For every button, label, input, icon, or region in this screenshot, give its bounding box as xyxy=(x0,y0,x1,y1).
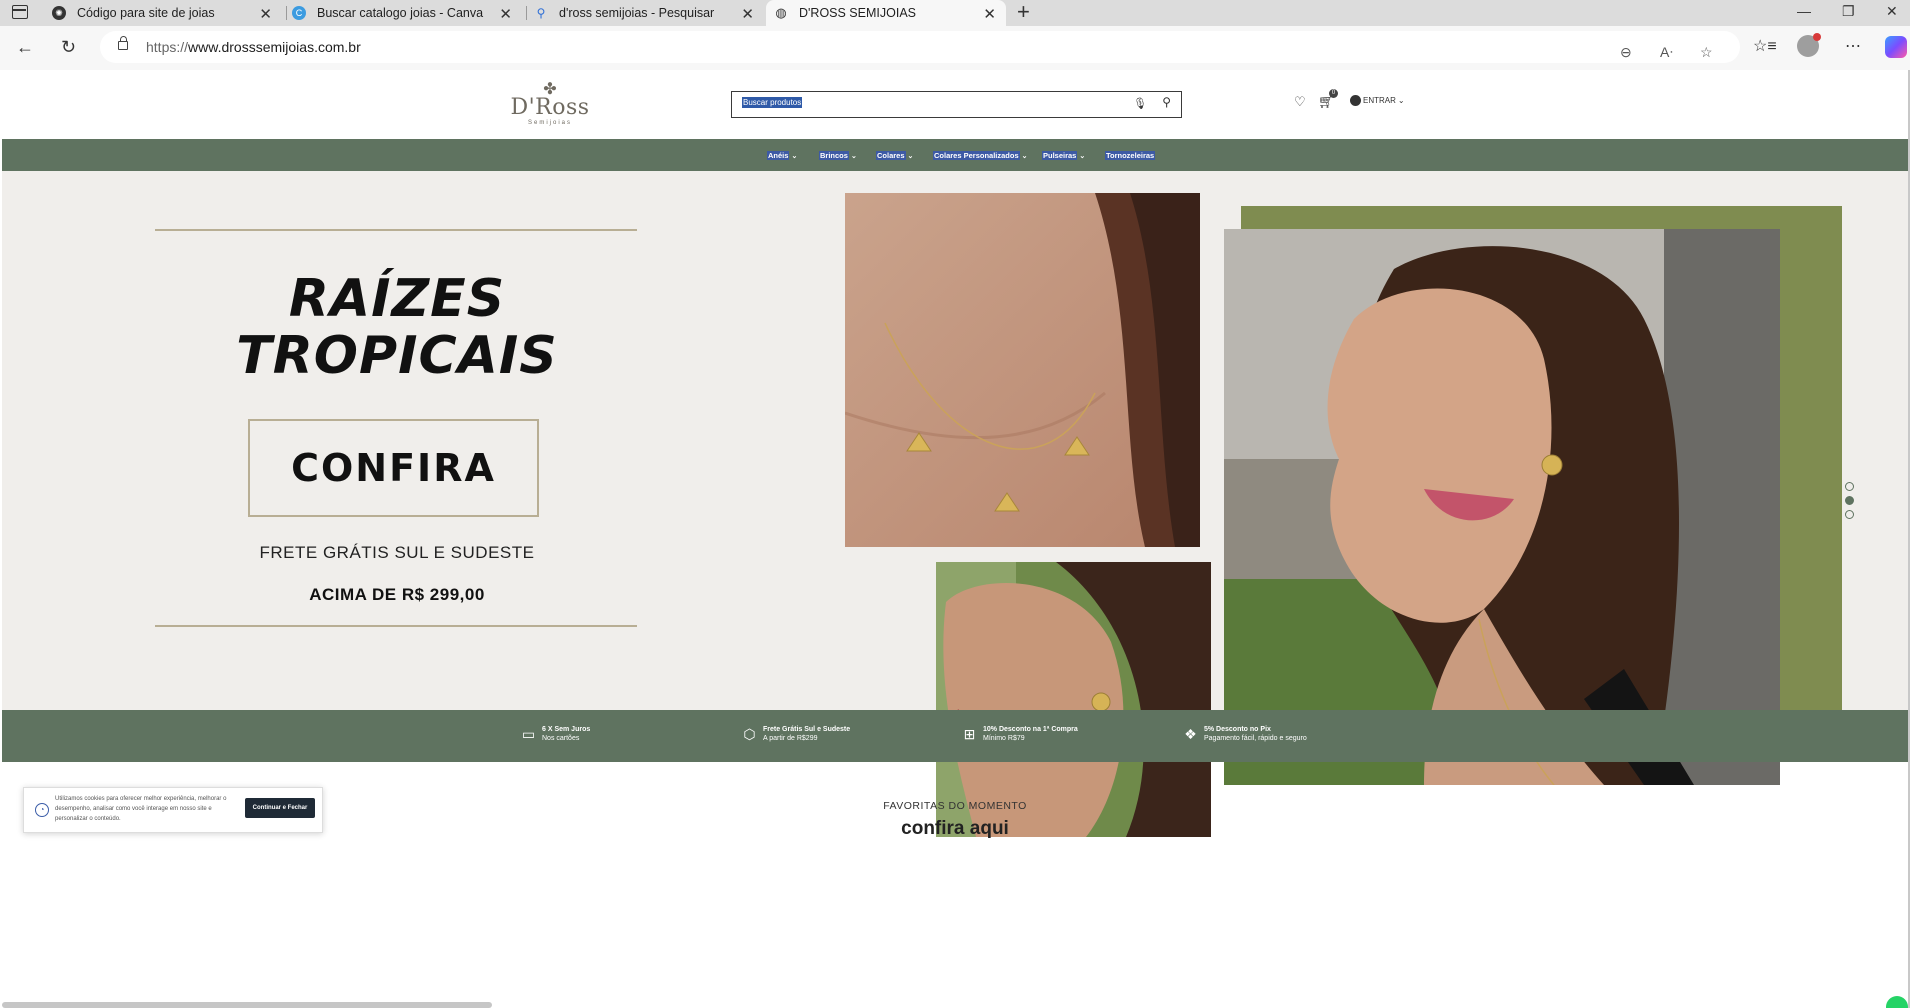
new-tab-button[interactable]: + xyxy=(1017,1,1030,23)
microphone-icon[interactable]: 🎙︎ xyxy=(1133,97,1147,110)
refresh-icon[interactable]: ↻ xyxy=(61,37,76,57)
tab-canva[interactable]: C Buscar catalogo joias - Canva ✕ xyxy=(292,0,522,26)
chevron-down-icon: ⌄ xyxy=(1079,152,1086,160)
nav-item-colares[interactable]: Colares ⌄ xyxy=(876,151,913,160)
horizontal-scrollbar[interactable] xyxy=(2,1002,492,1008)
user-icon xyxy=(1350,95,1361,106)
account-label: ENTRAR xyxy=(1363,96,1396,105)
nav-item-brincos[interactable]: Brincos ⌄ xyxy=(819,151,857,160)
wishlist-heart-icon[interactable]: ♡ xyxy=(1294,94,1306,110)
carousel-dot-3[interactable] xyxy=(1845,510,1854,519)
tab-title: D'ROSS SEMIJOIAS xyxy=(799,6,916,20)
cookie-banner: ◔ Utilizamos cookies para oferecer melho… xyxy=(23,787,323,833)
nav-item-pulseiras[interactable]: Pulseiras ⌄ xyxy=(1042,151,1085,160)
nav-item-tornozeleiras[interactable]: Tornozeleiras xyxy=(1105,151,1156,160)
profile-avatar[interactable] xyxy=(1797,33,1821,57)
minimize-icon[interactable]: — xyxy=(1797,3,1811,19)
carousel-dot-1[interactable] xyxy=(1845,482,1854,491)
search-box[interactable]: Buscar produtos 🎙︎ ⚲ xyxy=(731,91,1182,118)
chevron-down-icon: ⌄ xyxy=(850,152,857,160)
logo-sub: Semijoias xyxy=(527,120,572,126)
more-menu-icon[interactable]: ⋯ xyxy=(1845,37,1861,57)
logo-name: D'Ross xyxy=(510,95,590,120)
web-page: ✤ D'Ross Semijoias Buscar produtos 🎙︎ ⚲ … xyxy=(2,70,1908,1008)
copilot-icon[interactable] xyxy=(1885,36,1907,58)
tab-pesquisar[interactable]: ⚲ d'ross semijoias - Pesquisar ✕ xyxy=(534,0,764,26)
divider xyxy=(155,229,637,231)
cart-count-badge: 0 xyxy=(1329,89,1338,98)
search-icon[interactable]: ⚲ xyxy=(1162,95,1171,109)
cookie-text: Utilizamos cookies para oferecer melhor … xyxy=(55,796,227,822)
benefit-installments: ▭ 6 X Sem Juros Nos cartões xyxy=(521,725,591,743)
url-scheme: https:// xyxy=(146,39,189,55)
canva-icon: C xyxy=(292,6,306,20)
card-icon: ▭ xyxy=(521,725,536,742)
favorites-icon[interactable]: ☆≡ xyxy=(1753,37,1777,57)
whatsapp-icon[interactable] xyxy=(1886,996,1908,1008)
search-input[interactable]: Buscar produtos xyxy=(742,97,803,108)
nav-item-aneis[interactable]: Anéis ⌄ xyxy=(767,151,797,160)
sidebar-toggle-icon[interactable] xyxy=(12,5,28,19)
tab-title: d'ross semijoias - Pesquisar xyxy=(559,6,715,20)
smiling-model-photo xyxy=(1224,229,1780,785)
lock-icon[interactable] xyxy=(118,36,128,50)
cookie-icon: ◔ xyxy=(35,803,49,817)
tab-dross[interactable]: ◍ D'ROSS SEMIJOIAS ✕ xyxy=(766,0,1006,26)
chevron-down-icon: ⌄ xyxy=(791,152,798,160)
confira-button[interactable]: CONFIRA xyxy=(248,419,539,517)
benefit-free-shipping: ⬡ Frete Grátis Sul e Sudeste A partir de … xyxy=(741,725,850,743)
close-icon[interactable]: ✕ xyxy=(499,5,512,23)
close-icon[interactable]: ✕ xyxy=(741,5,754,23)
nav-item-colares-personalizados[interactable]: Colares Personalizados ⌄ xyxy=(933,151,1028,160)
earring-profile-photo xyxy=(936,562,1211,837)
site-logo[interactable]: ✤ D'Ross Semijoias xyxy=(510,82,590,127)
necklace-photo xyxy=(845,193,1200,547)
close-icon[interactable]: ✕ xyxy=(983,5,996,23)
read-aloud-icon[interactable]: Aᐧ xyxy=(1660,44,1673,61)
globe-icon: ◍ xyxy=(775,5,787,20)
zoom-out-icon[interactable]: ⊖ xyxy=(1620,44,1632,61)
hero-title: RAÍZES TROPICAIS xyxy=(236,269,558,386)
url-field[interactable]: https://www.drosssemijoias.com.br ⊖ Aᐧ ☆ xyxy=(100,31,1740,63)
pix-icon: ❖ xyxy=(1184,725,1197,742)
gift-icon: ⊞ xyxy=(963,725,976,742)
chatgpt-icon: ✺ xyxy=(52,6,66,20)
category-nav: Anéis ⌄ Brincos ⌄ Colares ⌄ Colares Persona… xyxy=(2,139,1908,171)
close-icon[interactable]: ✕ xyxy=(259,5,272,23)
box-icon: ⬡ xyxy=(743,725,756,742)
address-bar: ← ↻ https://www.drosssemijoias.com.br ⊖ … xyxy=(0,26,1910,70)
benefits-bar: ▭ 6 X Sem Juros Nos cartões ⬡ Frete Gráti… xyxy=(2,710,1908,762)
tab-codigo[interactable]: ✺ Código para site de joias ✕ xyxy=(52,0,282,26)
close-window-icon[interactable]: ✕ xyxy=(1886,3,1898,20)
tab-bar: ✺ Código para site de joias ✕ C Buscar c… xyxy=(0,0,1910,26)
carousel-dot-2[interactable] xyxy=(1845,496,1854,505)
search-icon: ⚲ xyxy=(536,6,546,20)
account-button[interactable]: ENTRAR ⌄ xyxy=(1350,95,1405,106)
chevron-down-icon: ⌄ xyxy=(907,152,914,160)
tab-title: Buscar catalogo joias - Canva xyxy=(317,6,484,20)
favorite-star-icon[interactable]: ☆ xyxy=(1700,44,1713,61)
divider xyxy=(155,625,637,627)
hero-banner[interactable]: RAÍZES TROPICAIS CONFIRA FRETE GRÁTIS SU… xyxy=(2,171,1908,837)
back-icon[interactable]: ← xyxy=(16,37,34,57)
chevron-down-icon: ⌄ xyxy=(1397,96,1405,105)
restore-icon[interactable]: ❐ xyxy=(1842,3,1855,20)
benefit-first-purchase: ⊞ 10% Desconto na 1ª Compra Mínimo R$79 xyxy=(961,725,1078,743)
url-domain: www.drosssemijoias.com.br xyxy=(188,39,361,55)
cookie-accept-button[interactable]: Continuar e Fechar xyxy=(245,798,315,818)
shipping-text: FRETE GRÁTIS SUL E SUDESTE xyxy=(259,543,535,562)
benefit-pix: ❖ 5% Desconto no Pix Pagamento fácil, ráp… xyxy=(1182,725,1307,743)
threshold-text: ACIMA DE R$ 299,00 xyxy=(309,585,485,604)
chevron-down-icon: ⌄ xyxy=(1021,152,1028,160)
tab-title: Código para site de joias xyxy=(77,6,215,20)
